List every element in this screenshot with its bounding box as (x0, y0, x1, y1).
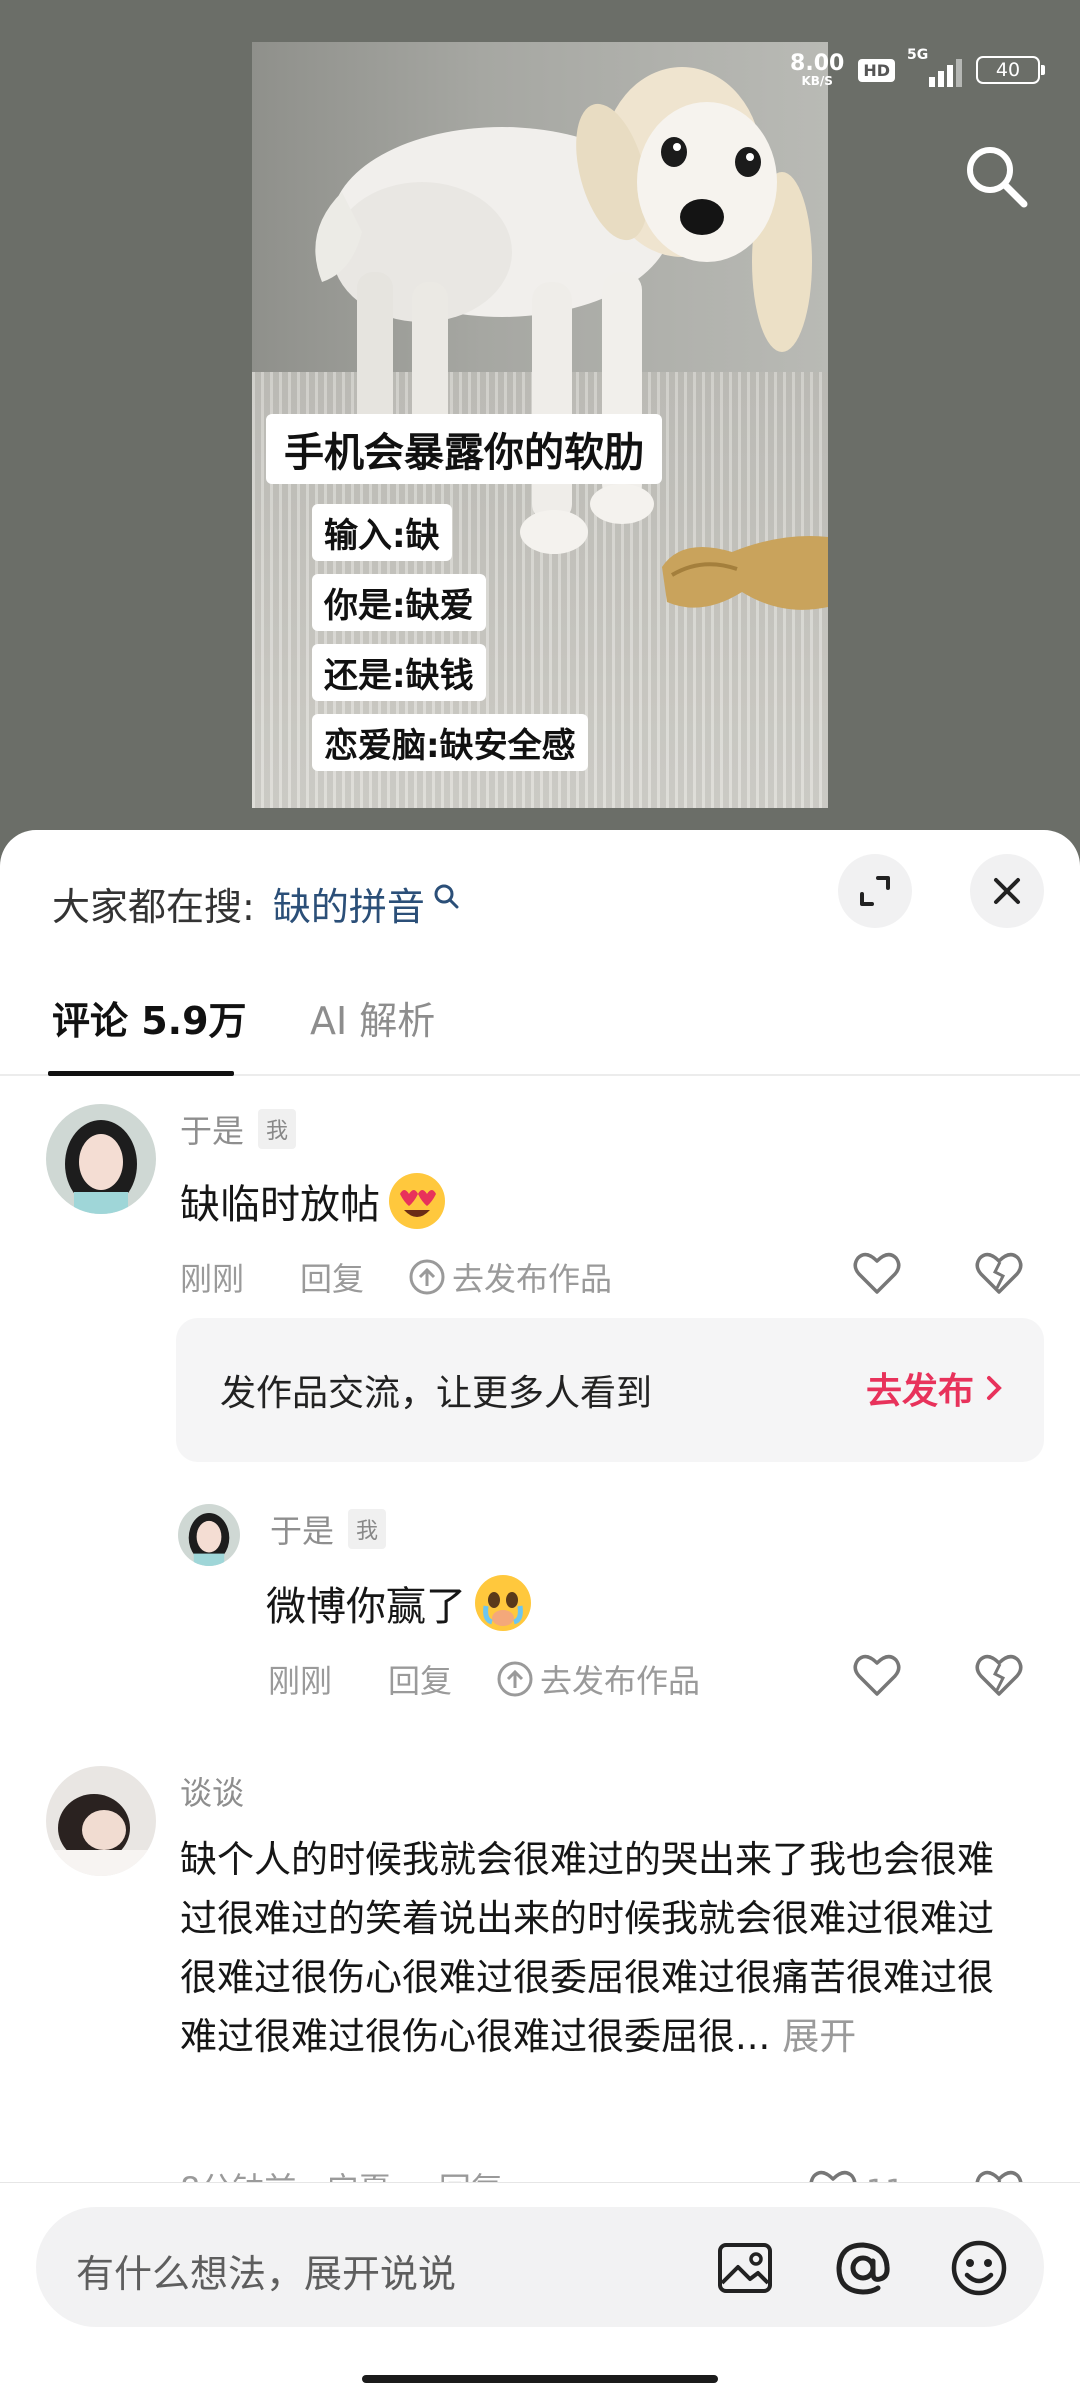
comment-text: 微博你赢了 (266, 1572, 534, 1634)
home-indicator[interactable] (362, 2375, 718, 2383)
avatar-image (178, 1504, 240, 1566)
network-speed-value: 8.00 (790, 51, 845, 76)
reply-button[interactable]: 回复 (300, 1254, 364, 1300)
me-badge: 我 (348, 1509, 387, 1549)
comment-author[interactable]: 于是 (180, 1106, 244, 1152)
like-icon[interactable] (852, 1248, 902, 1298)
overlay-line-4: 恋爱脑:缺安全感 (312, 714, 588, 771)
avatar-image (46, 1104, 156, 1214)
comment-author-row: 于是 我 (180, 1106, 297, 1152)
publish-work-link[interactable]: 去发布作品 (496, 1656, 700, 1702)
tab-ai-analysis[interactable]: AI 解析 (310, 990, 435, 1045)
comment-tabs: 评论 5.9万 AI 解析 (0, 980, 1080, 1076)
signal-icon: 5G (907, 47, 962, 87)
expand-button[interactable] (838, 854, 912, 928)
overlay-title: 手机会暴露你的软肋 (266, 414, 662, 484)
emoji-icon[interactable] (948, 2237, 1010, 2299)
dislike-icon[interactable] (974, 1248, 1024, 1298)
search-icon (434, 884, 459, 909)
mention-icon[interactable] (832, 2237, 894, 2299)
comment-author[interactable]: 谈谈 (180, 1768, 244, 1814)
chew-toy-image (662, 536, 828, 610)
chevron-right-icon (987, 1376, 1002, 1400)
hd-badge: HD (858, 58, 895, 82)
network-speed: 8.00 KB/S (790, 51, 845, 88)
search-suggestion-prefix: 大家都在搜: (52, 884, 255, 929)
avatar-image (46, 1766, 156, 1876)
image-icon[interactable] (714, 2237, 776, 2299)
battery-icon: 40 (976, 56, 1045, 84)
close-button[interactable] (970, 854, 1044, 928)
comment-input[interactable]: 有什么想法，展开说说 (36, 2207, 1044, 2327)
comment-body: 微博你赢了 (266, 1584, 466, 1630)
expand-comment-button[interactable]: 展开 (782, 2015, 856, 2058)
search-suggestion[interactable]: 大家都在搜: 缺的拼音 (52, 868, 459, 938)
crying-emoji-icon (475, 1575, 531, 1631)
publish-promo-card[interactable]: 发作品交流，让更多人看到 去发布 (176, 1318, 1044, 1462)
comment-actions: 刚刚 回复 去发布作品 (180, 1254, 612, 1300)
search-icon[interactable] (960, 140, 1032, 212)
comment-text: 缺个人的时候我就会很难过的哭出来了我也会很难过很难过的笑着说出来的时候我就会很难… (180, 1830, 1000, 2066)
comment-author[interactable]: 于是 (270, 1506, 334, 1552)
status-bar: 8.00 KB/S HD 5G 40 (790, 47, 1045, 92)
dislike-icon[interactable] (974, 1650, 1024, 1700)
video-frame[interactable]: 手机会暴露你的软肋 输入:缺 你是:缺爱 还是:缺钱 恋爱脑:缺安全感 (252, 42, 828, 808)
publish-work-label: 去发布作品 (540, 1662, 701, 1700)
heart-eyes-emoji-icon (389, 1173, 445, 1229)
comment-actions: 刚刚 回复 去发布作品 (268, 1656, 700, 1702)
overlay-line-1: 输入:缺 (312, 504, 452, 561)
comment-input-bar: 有什么想法，展开说说 (0, 2182, 1080, 2400)
promo-text: 发作品交流，让更多人看到 (220, 1373, 653, 1414)
tab-comments[interactable]: 评论 5.9万 (52, 990, 247, 1045)
me-badge: 我 (258, 1109, 297, 1149)
search-suggestion-keyword[interactable]: 缺的拼音 (273, 876, 425, 931)
upload-icon (497, 1661, 533, 1697)
expand-icon (860, 876, 890, 906)
promo-publish-button[interactable]: 去发布 (866, 1362, 1004, 1414)
close-icon (994, 878, 1020, 904)
video-player[interactable]: 手机会暴露你的软肋 输入:缺 你是:缺爱 还是:缺钱 恋爱脑:缺安全感 8.00… (0, 0, 1080, 830)
overlay-line-2: 你是:缺爱 (312, 574, 486, 631)
comment-text: 缺临时放帖 (180, 1170, 448, 1232)
reply-button[interactable]: 回复 (388, 1656, 452, 1702)
comment-time: 刚刚 (180, 1260, 245, 1298)
battery-level: 40 (995, 59, 1021, 81)
like-icon[interactable] (852, 1650, 902, 1700)
network-speed-unit: KB/S (801, 74, 833, 88)
comments-sheet: 大家都在搜: 缺的拼音 评论 5.9万 AI 解析 于是 我 缺临时放帖 刚刚 … (0, 830, 1080, 2400)
publish-work-link[interactable]: 去发布作品 (408, 1254, 612, 1300)
promo-publish-label: 去发布 (865, 1371, 974, 1412)
comment-input-placeholder: 有什么想法，展开说说 (76, 2252, 457, 2296)
avatar[interactable] (46, 1104, 156, 1214)
signal-label: 5G (907, 47, 929, 63)
comment-body: 缺个人的时候我就会很难过的哭出来了我也会很难过很难过的笑着说出来的时候我就会很难… (180, 1838, 994, 2058)
overlay-line-3: 还是:缺钱 (312, 644, 486, 701)
comment-author-row: 谈谈 (180, 1768, 244, 1814)
comment-body: 缺临时放帖 (180, 1182, 380, 1228)
comment-author-row: 于是 我 (270, 1506, 387, 1552)
publish-work-label: 去发布作品 (452, 1260, 613, 1298)
comment-time: 刚刚 (268, 1662, 333, 1700)
avatar[interactable] (178, 1504, 240, 1566)
upload-icon (409, 1259, 445, 1295)
avatar[interactable] (46, 1766, 156, 1876)
tab-active-indicator (48, 1071, 234, 1076)
